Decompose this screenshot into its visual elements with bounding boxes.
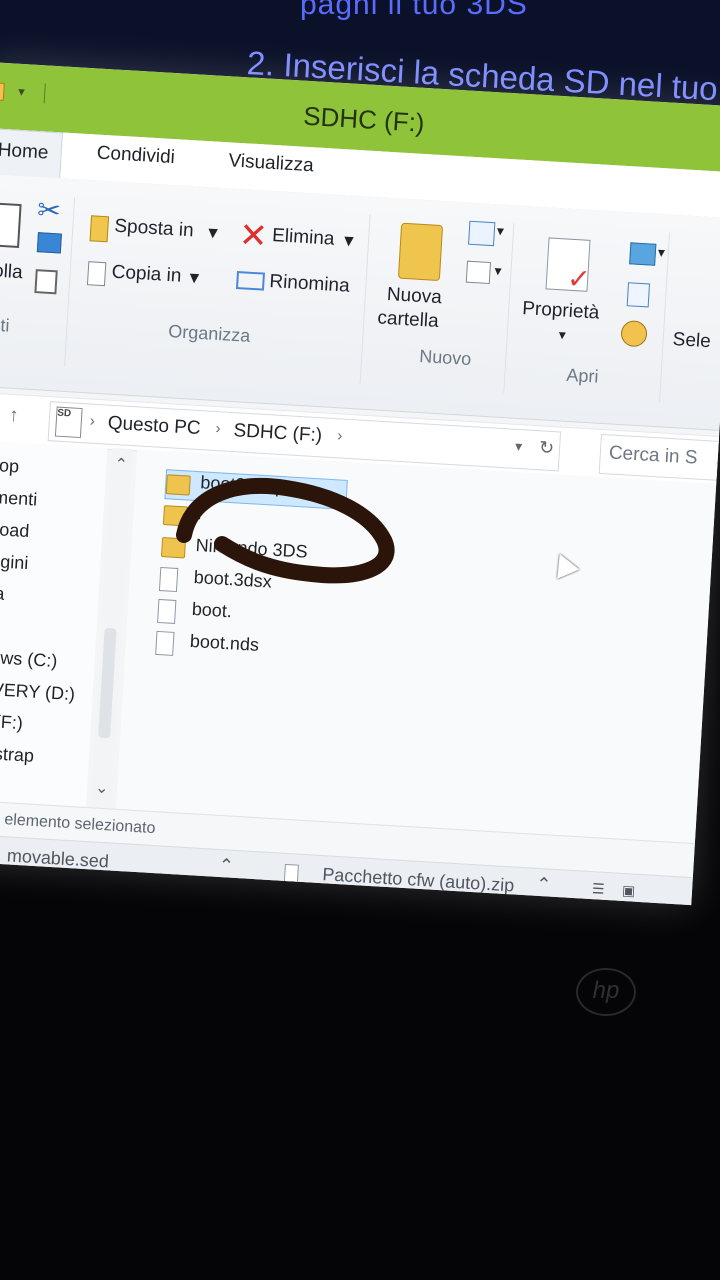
paste-icon[interactable] [0, 202, 22, 249]
nav-item-boot9strap[interactable]: boot9strap [0, 741, 35, 767]
ribbon-separator [64, 197, 76, 367]
refresh-icon[interactable]: ↻ [538, 437, 555, 459]
file-name[interactable]: boot. [191, 599, 232, 622]
clipboard-group-label: unti [0, 313, 11, 336]
select-label[interactable]: Sele [672, 329, 711, 353]
details-view-icon[interactable]: ☰ [592, 880, 605, 898]
delete-icon[interactable]: ✕ [238, 215, 269, 257]
organize-group-label: Organizza [167, 321, 251, 346]
address-history-dropdown-icon[interactable]: ▾ [515, 438, 523, 455]
window-title: SDHC (F:) [302, 100, 426, 138]
marker-annotation [176, 477, 395, 584]
hp-logo: hp [576, 968, 636, 1016]
easy-access-icon[interactable] [465, 260, 492, 285]
file-name[interactable]: boot.nds [189, 631, 259, 656]
download-file-icon [283, 863, 299, 883]
ribbon-panel: colla ✂ unti Sposta in ▾ Copia in ▾ ✕ El… [0, 173, 720, 431]
quick-access-dropdown-icon[interactable]: ▾ [18, 84, 25, 100]
copy-to-button[interactable]: Copia in [111, 262, 182, 288]
nav-item-documents[interactable]: ocumenti [0, 485, 38, 510]
quick-access-separator [43, 83, 46, 104]
nav-item-music[interactable]: lusica [0, 581, 5, 605]
download-right-chevron-icon[interactable]: ⌃ [536, 874, 552, 896]
tab-share[interactable]: Condividi [96, 143, 175, 170]
move-to-icon[interactable] [89, 215, 110, 243]
drive-icon: SD [54, 406, 83, 439]
file-icon [155, 630, 175, 656]
new-folder-label-line1[interactable]: Nuova [386, 284, 442, 309]
skype-icon[interactable]: S [0, 880, 10, 906]
properties-button[interactable]: Proprietà [522, 298, 600, 325]
chevron-right-icon: › [89, 412, 96, 430]
properties-dropdown-icon[interactable]: ▾ [558, 326, 566, 343]
scrollbar-thumb[interactable] [98, 627, 117, 739]
paste-label[interactable]: colla [0, 260, 23, 284]
file-icon [157, 598, 177, 624]
properties-check-icon: ✓ [566, 262, 592, 295]
edit-icon[interactable] [626, 282, 651, 308]
large-icons-view-icon[interactable]: ▣ [621, 882, 636, 900]
search-placeholder[interactable]: Cerca in S [608, 442, 698, 469]
move-to-dropdown-icon[interactable]: ▾ [208, 221, 219, 245]
up-icon[interactable]: ↑ [8, 405, 19, 428]
nav-item-windows-drive[interactable]: Vindows (C:) [0, 645, 58, 672]
breadcrumb-sdhc[interactable]: SDHC (F:) [233, 420, 323, 447]
copy-to-dropdown-icon[interactable]: ▾ [189, 266, 200, 290]
scroll-down-icon[interactable]: ⌄ [95, 778, 110, 799]
ribbon-separator [503, 223, 515, 394]
chevron-right-icon: › [215, 420, 222, 438]
move-to-button[interactable]: Sposta in [114, 216, 194, 243]
scroll-up-icon[interactable]: ⌃ [114, 454, 129, 475]
download-item-left[interactable]: movable.sed [6, 845, 109, 872]
open-dropdown-icon[interactable]: ▾ [657, 244, 665, 261]
tab-view[interactable]: Visualizza [228, 150, 314, 177]
new-folder-label-line2[interactable]: cartella [377, 307, 439, 333]
history-icon[interactable] [620, 319, 648, 348]
delete-button[interactable]: Elimina [272, 225, 335, 251]
chevron-right-icon: › [336, 427, 343, 445]
copy-path-icon[interactable] [36, 232, 62, 254]
delete-dropdown-icon[interactable]: ▾ [343, 229, 354, 253]
new-folder-icon[interactable] [397, 222, 444, 282]
open-icon[interactable] [629, 242, 657, 266]
breadcrumb-this-pc[interactable]: Questo PC [107, 413, 201, 440]
taskbar-app-icon[interactable] [32, 882, 114, 906]
download-item-right[interactable]: Pacchetto cfw (auto).zip [322, 864, 515, 896]
nav-item-recovery-drive[interactable]: ECOVERY (D:) [0, 677, 76, 705]
paste-shortcut-icon[interactable] [34, 269, 58, 295]
nav-item-downloads[interactable]: ownload [0, 517, 30, 542]
nav-item-desktop[interactable]: esktop [0, 453, 20, 477]
new-group-label: Nuovo [418, 345, 472, 370]
quick-access-folder-icon[interactable] [0, 82, 5, 101]
search-box[interactable]: Cerca in S [598, 433, 720, 482]
download-left-chevron-icon[interactable]: ⌃ [218, 855, 234, 877]
nav-item-pictures[interactable]: mmagini [0, 549, 29, 574]
new-item-icon[interactable] [468, 220, 496, 247]
properties-icon[interactable]: ✓ [545, 237, 592, 295]
ribbon-separator [359, 214, 371, 385]
cut-icon[interactable]: ✂ [36, 193, 61, 227]
open-group-label: Apri [565, 364, 600, 387]
tab-home[interactable]: Home [0, 127, 63, 179]
file-row[interactable]: boot.nds [155, 629, 336, 668]
new-item-dropdown-icon[interactable]: ▾ [496, 222, 504, 239]
copy-to-icon[interactable] [86, 261, 107, 287]
tutorial-banner-line-1: pagni il tuo 3DS [300, 0, 528, 21]
navigation-pane: esktop ocumenti ownload mmagini lusica d… [0, 439, 108, 808]
selection-status: 1 elemento selezionato [0, 810, 156, 838]
easy-access-dropdown-icon[interactable]: ▾ [494, 262, 502, 279]
rename-button[interactable]: Rinomina [269, 271, 350, 298]
nav-item-sdhc-drive[interactable]: DHC (F:) [0, 709, 23, 734]
rename-icon[interactable] [235, 271, 265, 291]
